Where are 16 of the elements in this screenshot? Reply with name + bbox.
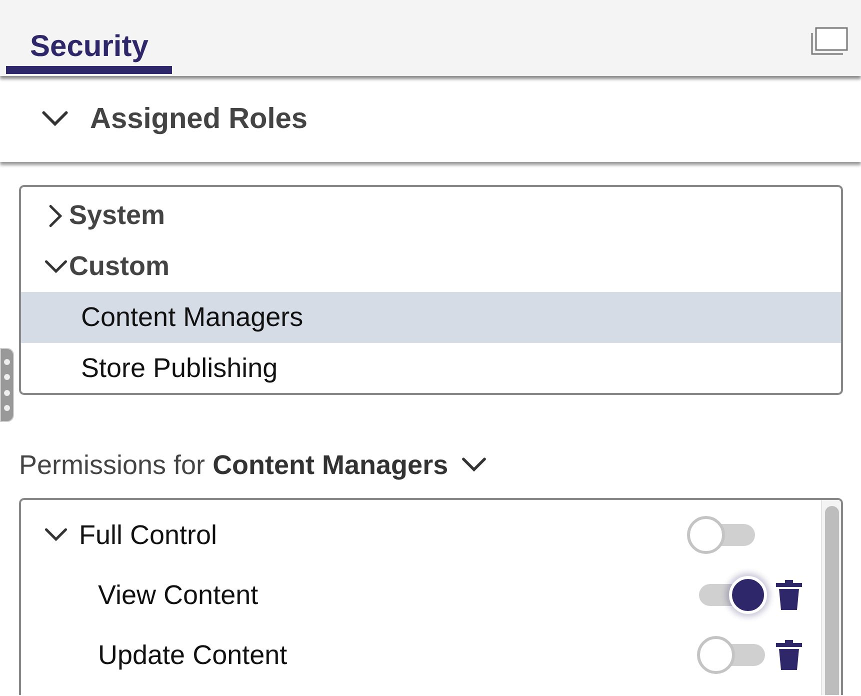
- scrollbar[interactable]: [821, 500, 841, 695]
- toggle-switch[interactable]: [687, 515, 755, 555]
- permission-label: Full Control: [79, 520, 218, 550]
- permission-label: Update Content: [98, 640, 288, 670]
- section-title[interactable]: Assigned Roles: [90, 102, 308, 136]
- permissions-title: Permissions for Content Managers: [19, 450, 448, 480]
- toggle-switch[interactable]: [697, 635, 765, 675]
- drag-handle[interactable]: [0, 348, 14, 422]
- trash-icon[interactable]: [775, 639, 803, 671]
- trash-icon[interactable]: [775, 579, 803, 611]
- window-icon[interactable]: [811, 27, 849, 55]
- permission-label: View Content: [98, 580, 260, 610]
- role-item[interactable]: Content Managers: [21, 292, 841, 343]
- role-group[interactable]: System: [69, 200, 166, 231]
- role-item[interactable]: Store Publishing: [21, 343, 841, 393]
- role-group[interactable]: Custom: [69, 251, 170, 282]
